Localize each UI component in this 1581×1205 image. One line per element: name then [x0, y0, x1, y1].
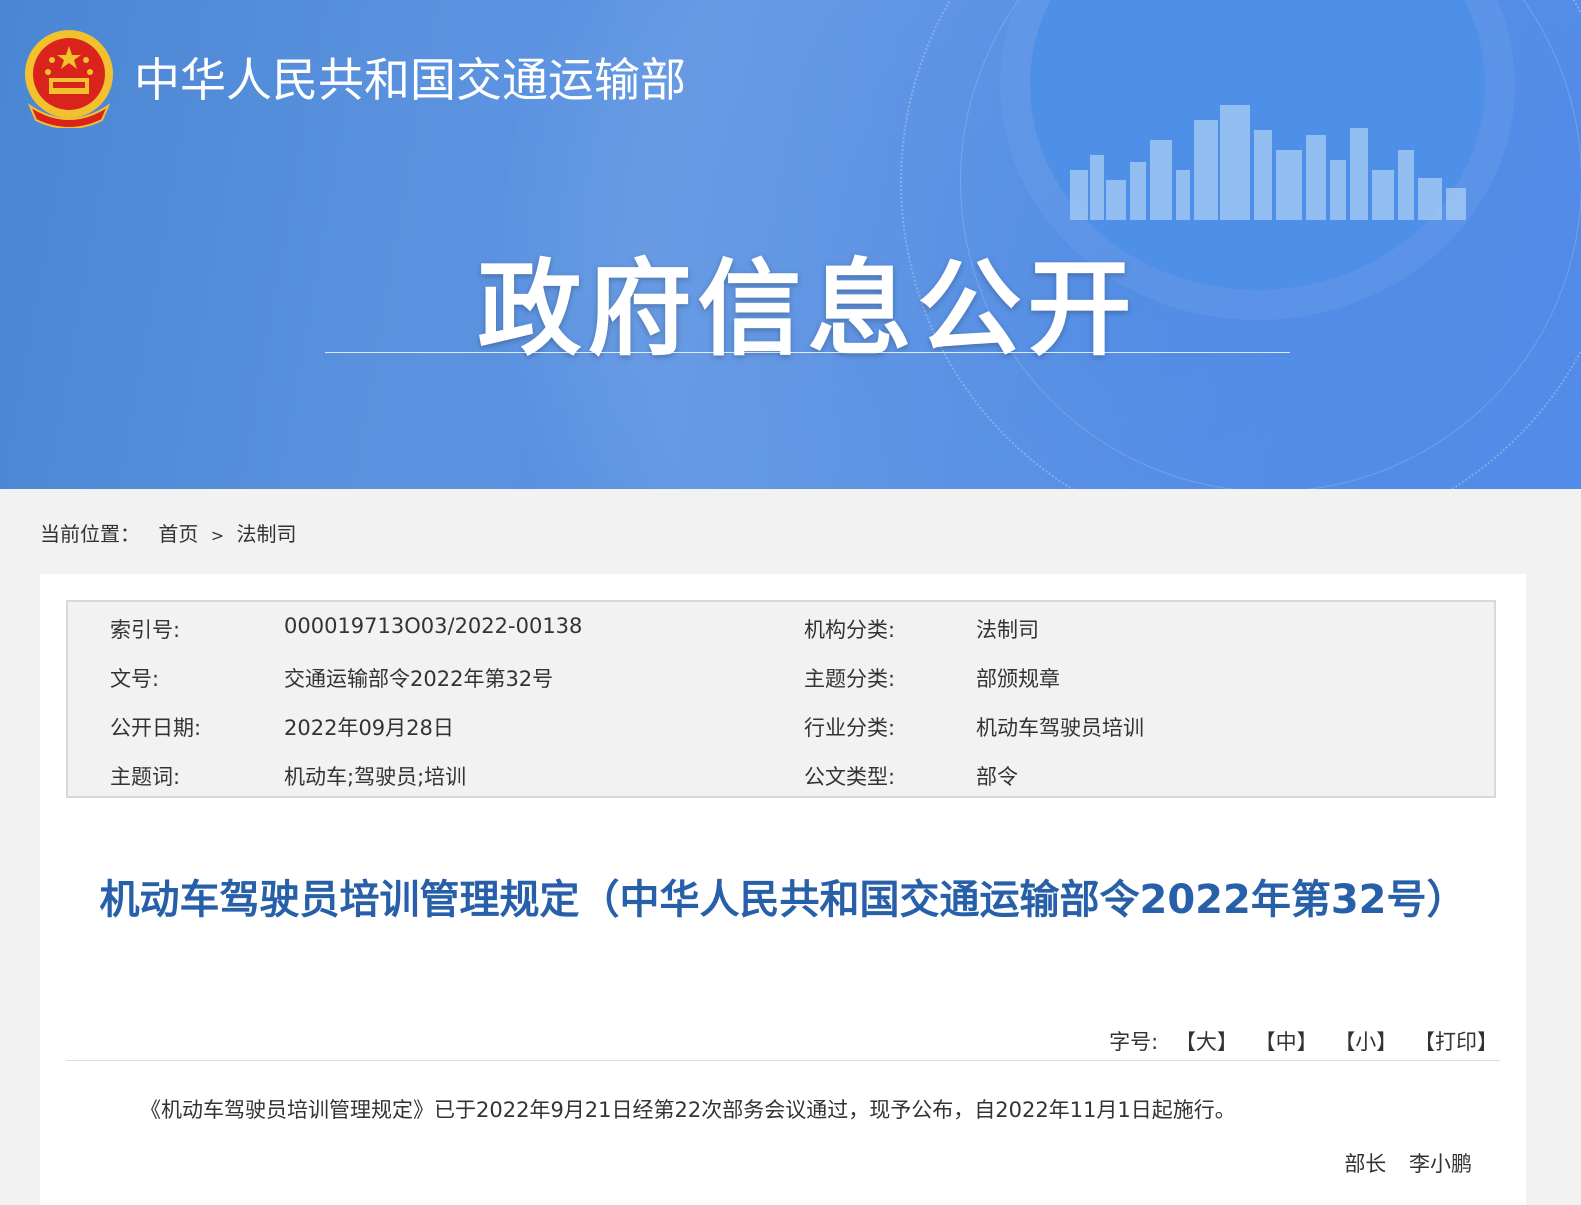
meta-value: 部令 [976, 765, 1018, 789]
content-card: 索引号: 000019713O03/2022-00138 机构分类: 法制司 文… [40, 574, 1526, 1205]
content-divider [66, 1060, 1500, 1061]
meta-row: 索引号: 000019713O03/2022-00138 机构分类: 法制司 [68, 614, 1494, 654]
signer-title: 部长 [1344, 1152, 1387, 1176]
breadcrumb: 当前位置： 首页 > 法制司 [40, 518, 296, 547]
org-name[interactable]: 中华人民共和国交通运输部 [134, 44, 686, 110]
meta-row: 文号: 交通运输部令2022年第32号 主题分类: 部颁规章 [68, 663, 1494, 703]
national-emblem-icon [25, 30, 113, 128]
breadcrumb-label: 当前位置： [40, 522, 140, 546]
meta-key: 公文类型: [804, 765, 896, 789]
page-scrollbar[interactable] [1568, 489, 1581, 1205]
breadcrumb-home-link[interactable]: 首页 [158, 518, 198, 547]
header-banner: 中华人民共和国交通运输部 政府信息公开 [0, 0, 1581, 489]
banner-divider [325, 352, 1290, 353]
signer-name: 李小鹏 [1409, 1152, 1472, 1176]
meta-value: 2022年09月28日 [284, 716, 454, 740]
font-size-toolbar: 字号: 【大】 【中】 【小】 【打印】 [1109, 1026, 1498, 1056]
meta-key: 主题词: [110, 765, 181, 789]
meta-value: 机动车驾驶员培训 [976, 716, 1144, 740]
meta-key: 公开日期: [110, 716, 202, 740]
meta-key: 索引号: [110, 618, 181, 642]
print-button[interactable]: 【打印】 [1414, 1030, 1498, 1054]
font-size-label: 字号: [1109, 1030, 1159, 1054]
font-medium-button[interactable]: 【中】 [1255, 1030, 1318, 1054]
meta-row: 公开日期: 2022年09月28日 行业分类: 机动车驾驶员培训 [68, 712, 1494, 752]
font-large-button[interactable]: 【大】 [1175, 1030, 1238, 1054]
meta-key: 机构分类: [804, 618, 896, 642]
meta-value: 000019713O03/2022-00138 [284, 614, 583, 638]
document-meta-table: 索引号: 000019713O03/2022-00138 机构分类: 法制司 文… [66, 600, 1496, 798]
font-small-button[interactable]: 【小】 [1334, 1030, 1397, 1054]
document-body: 《机动车驾驶员培训管理规定》已于2022年9月21日经第22次部务会议通过，现予… [140, 1098, 1236, 1122]
meta-value: 法制司 [976, 618, 1039, 642]
breadcrumb-separator: > [210, 526, 225, 545]
signature: 部长 李小鹏 [1344, 1148, 1472, 1178]
document-title: 机动车驾驶员培训管理规定（中华人民共和国交通运输部令2022年第32号） [99, 877, 1467, 923]
meta-row: 主题词: 机动车;驾驶员;培训 公文类型: 部令 [68, 761, 1494, 801]
meta-key: 文号: [110, 667, 160, 691]
meta-key: 行业分类: [804, 716, 896, 740]
breadcrumb-department-link[interactable]: 法制司 [236, 518, 296, 547]
meta-value: 机动车;驾驶员;培训 [284, 765, 467, 789]
meta-key: 主题分类: [804, 667, 896, 691]
meta-value: 交通运输部令2022年第32号 [284, 667, 554, 691]
meta-value: 部颁规章 [976, 667, 1060, 691]
city-skyline-icon [1070, 105, 1466, 220]
